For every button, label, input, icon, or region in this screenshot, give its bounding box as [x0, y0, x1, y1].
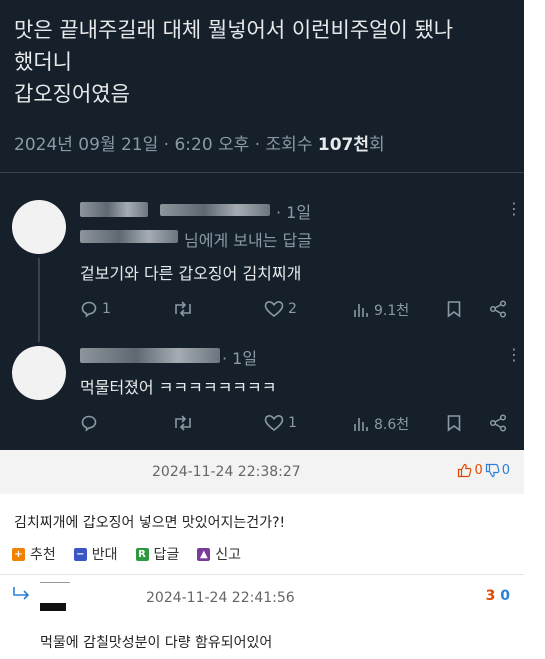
siren-icon: ▲ [197, 547, 211, 561]
view-count: 107천 [317, 135, 370, 155]
heart-icon [264, 300, 284, 318]
reply-arrow-icon [13, 587, 30, 600]
reply-time: · 1일 [222, 349, 258, 368]
post-text-line-2: 했더니 [14, 50, 72, 74]
like-action[interactable]: 1 [264, 414, 297, 432]
sub-reply-votes: 3 0 [486, 588, 510, 604]
bar-chart-icon [354, 418, 368, 431]
blurred-reply-target [80, 230, 178, 243]
comment-header: 2024-11-24 22:38:27 0 0 [0, 450, 524, 494]
reply-text: 겉보기와 다른 갑오징어 김치찌개 [80, 264, 302, 283]
bookmark-icon[interactable] [446, 414, 462, 432]
comment-votes: 0 0 [457, 463, 510, 478]
reply-label: 답글 [153, 547, 180, 563]
share-icon[interactable] [488, 300, 508, 318]
retweet-icon [175, 415, 191, 431]
post-meta: 2024년 09월 21일 · 6:20 오후 · 조회수 107천회 [14, 130, 385, 155]
recommend-button[interactable]: + 추천 [12, 544, 56, 564]
thumbs-down-icon[interactable] [485, 463, 500, 478]
like-count: 1 [288, 415, 297, 431]
share-icon[interactable] [488, 414, 508, 432]
reply-button[interactable]: R 답글 [135, 544, 180, 564]
thumbs-up-icon[interactable] [457, 463, 472, 478]
retweet-action[interactable] [172, 414, 198, 432]
oppose-label: 반대 [91, 547, 118, 563]
heart-icon [264, 414, 284, 432]
comment-section: 2024-11-24 22:38:27 0 0 김치찌개에 갑오징어 넣으면 맛… [0, 450, 524, 659]
divider [0, 574, 524, 575]
reply-text: 먹물터졌어 ㅋㅋㅋㅋㅋㅋㅋㅋ [80, 378, 277, 397]
blurred-nickname [40, 603, 66, 611]
bookmark-icon[interactable] [446, 300, 462, 318]
nickname-underline [40, 582, 70, 583]
sub-reply-date: 2024-11-24 22:41:56 [146, 590, 295, 606]
minus-icon: − [73, 547, 87, 561]
blurred-username [80, 348, 220, 363]
post-text-line-3: 갑오징어였음 [14, 82, 130, 106]
thread-line [38, 258, 40, 342]
report-button[interactable]: ▲ 신고 [197, 544, 241, 564]
comment-icon [81, 415, 97, 432]
view-count: 9.1천 [374, 303, 410, 319]
comment-count: 1 [102, 301, 111, 317]
views-action[interactable]: 9.1천 [352, 300, 409, 320]
sub-reply-downvotes: 0 [500, 588, 510, 604]
like-count: 2 [288, 301, 297, 317]
post-text: 맛은 끝내주길래 대체 뭘넣어서 이런비주얼이 됐나 했더니 갑오징어였음 [14, 14, 519, 110]
retweet-icon [175, 301, 191, 317]
comment-text: 김치찌개에 갑오징어 넣으면 맛있어지는건가?! [14, 515, 286, 531]
comment-date: 2024-11-24 22:38:27 [152, 464, 301, 480]
comment-icon [81, 301, 97, 318]
like-action[interactable]: 2 [264, 300, 297, 318]
more-options-icon[interactable]: ⋮ [506, 201, 522, 217]
view-count-suffix: 회 [369, 135, 385, 155]
avatar[interactable] [12, 346, 66, 400]
avatar[interactable] [12, 200, 66, 254]
bar-chart-icon [354, 304, 368, 317]
oppose-button[interactable]: − 반대 [73, 544, 118, 564]
downvote-count: 0 [501, 463, 510, 478]
blurred-username [80, 202, 148, 217]
reply-icon: R [135, 547, 149, 561]
more-options-icon[interactable]: ⋮ [506, 347, 522, 363]
blurred-handle [160, 204, 270, 216]
post-timestamp: 2024년 09월 21일 · 6:20 오후 · 조회수 [14, 135, 318, 155]
reply-time: · 1일 [276, 203, 312, 222]
retweet-action[interactable] [172, 300, 198, 318]
tweet-screenshot: 맛은 끝내주길래 대체 뭘넣어서 이런비주얼이 됐나 했더니 갑오징어였음 20… [0, 0, 524, 450]
comment-action[interactable]: 1 [80, 300, 111, 318]
sub-reply-text: 먹물에 감칠맛성분이 다량 함유되어있어 [40, 635, 273, 651]
recommend-label: 추천 [30, 547, 56, 563]
view-count: 8.6천 [374, 417, 410, 433]
sub-reply-upvotes: 3 [485, 588, 496, 604]
comment-action[interactable] [80, 414, 102, 432]
reply-to-label: 님에게 보내는 답글 [184, 231, 312, 250]
post-text-line-1: 맛은 끝내주길래 대체 뭘넣어서 이런비주얼이 됐나 [14, 18, 454, 42]
divider [0, 172, 524, 173]
plus-icon: + [12, 547, 25, 561]
upvote-count: 0 [474, 463, 483, 478]
views-action[interactable]: 8.6천 [352, 414, 409, 434]
comment-actions: + 추천 − 반대 R 답글 ▲ 신고 [12, 544, 241, 564]
report-label: 신고 [215, 547, 242, 563]
